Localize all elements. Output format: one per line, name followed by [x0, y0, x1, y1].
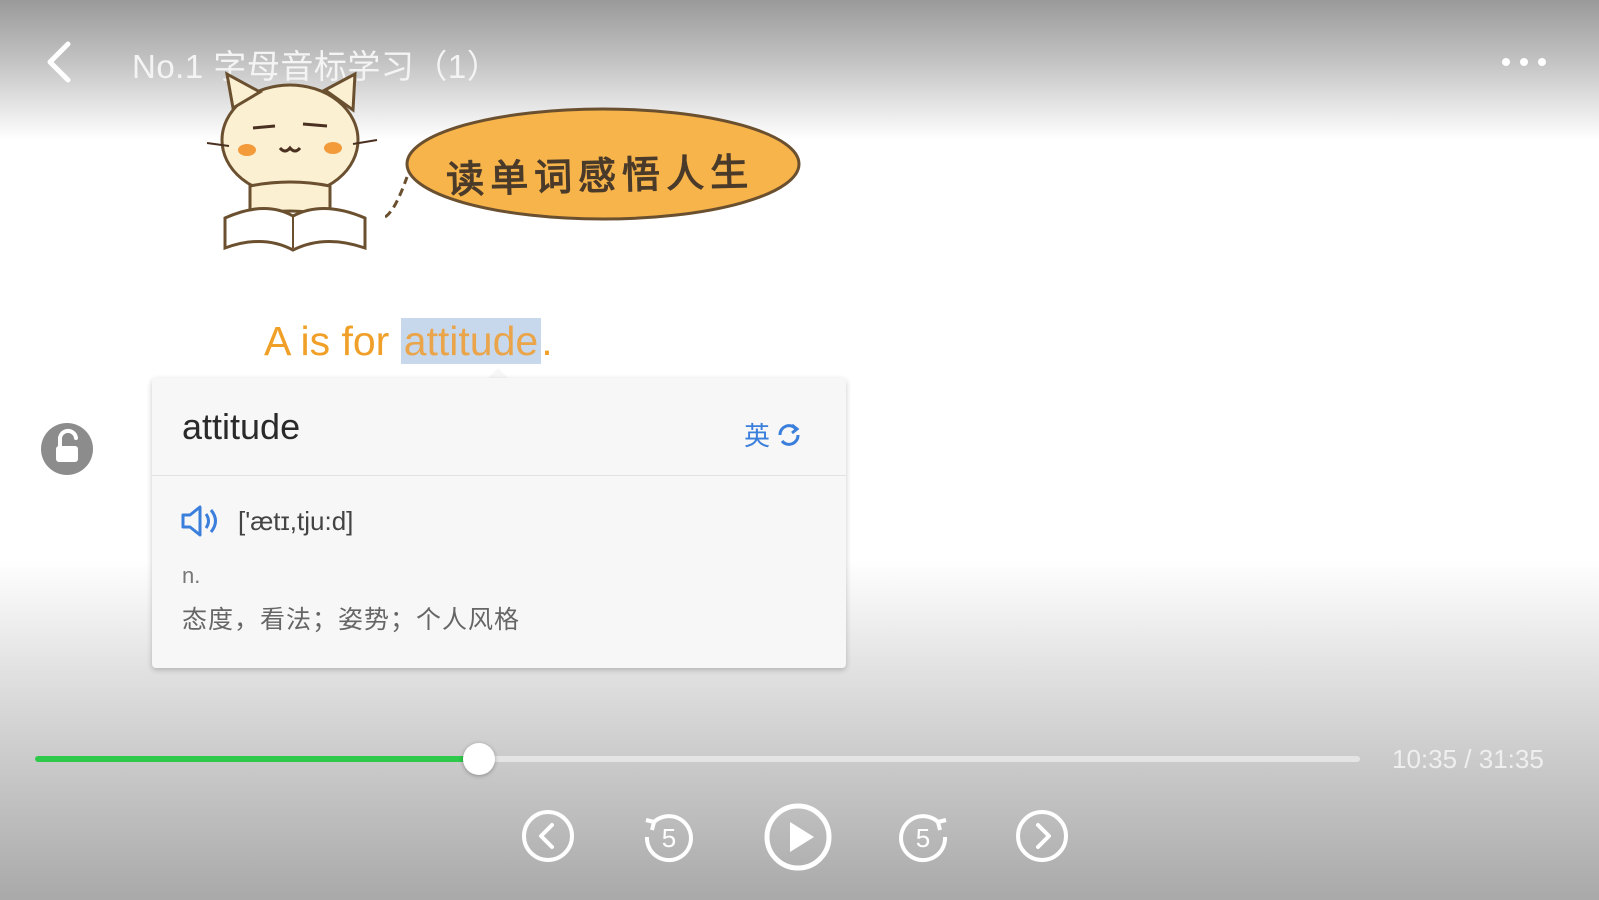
more-button[interactable] [1500, 48, 1552, 76]
speaker-icon [181, 505, 217, 537]
lock-button[interactable] [40, 422, 94, 476]
rewind-5-button[interactable]: 5 [640, 808, 698, 871]
next-icon [1016, 810, 1068, 862]
progress-slider[interactable] [35, 743, 1360, 775]
bubble-text: 读单词感悟人生 [445, 149, 755, 203]
next-button[interactable] [1014, 808, 1070, 869]
time-display: 10:35 / 31:35 [1392, 744, 1544, 775]
highlighted-word[interactable]: attitude [400, 318, 542, 364]
rewind-5-icon: 5 [644, 814, 693, 863]
definition-text: 态度，看法；姿势；个人风格 [182, 606, 521, 634]
time-separator: / [1457, 744, 1479, 774]
play-icon [764, 803, 832, 871]
dictionary-card: attitude 英 ['ætɪ,tju:d] n. 态度，看法；姿势；个人风格 [152, 378, 846, 668]
phonetic-text: ['ætɪ,tju:d] [238, 506, 354, 536]
forward-5-button[interactable]: 5 [894, 808, 952, 871]
chevron-left-icon [47, 41, 71, 83]
previous-icon [522, 810, 574, 862]
play-button[interactable] [763, 802, 833, 877]
language-label: 英 [743, 421, 770, 451]
progress-fill [35, 756, 479, 762]
cat-mascot-illustration [206, 71, 378, 252]
subtitle-sentence: A is for attitude. [264, 318, 553, 365]
pronounce-button[interactable] [180, 504, 220, 538]
language-toggle[interactable]: 英 [744, 416, 804, 453]
forward-5-icon: 5 [899, 814, 948, 863]
part-of-speech: n. [182, 563, 201, 588]
lock-open-icon [41, 423, 93, 475]
more-horizontal-icon [1502, 58, 1546, 66]
progress-thumb[interactable] [462, 743, 495, 775]
switch-icon [778, 423, 800, 446]
subtitle-before: A is for [264, 318, 401, 364]
previous-button[interactable] [520, 808, 576, 869]
card-divider [152, 475, 846, 476]
current-time: 10:35 [1392, 744, 1458, 774]
forward-label: 5 [916, 823, 930, 853]
rewind-label: 5 [662, 823, 676, 853]
back-button[interactable] [40, 38, 84, 86]
dictionary-word: attitude [182, 406, 301, 447]
total-time: 31:35 [1478, 744, 1544, 774]
subtitle-after: . [541, 318, 553, 364]
